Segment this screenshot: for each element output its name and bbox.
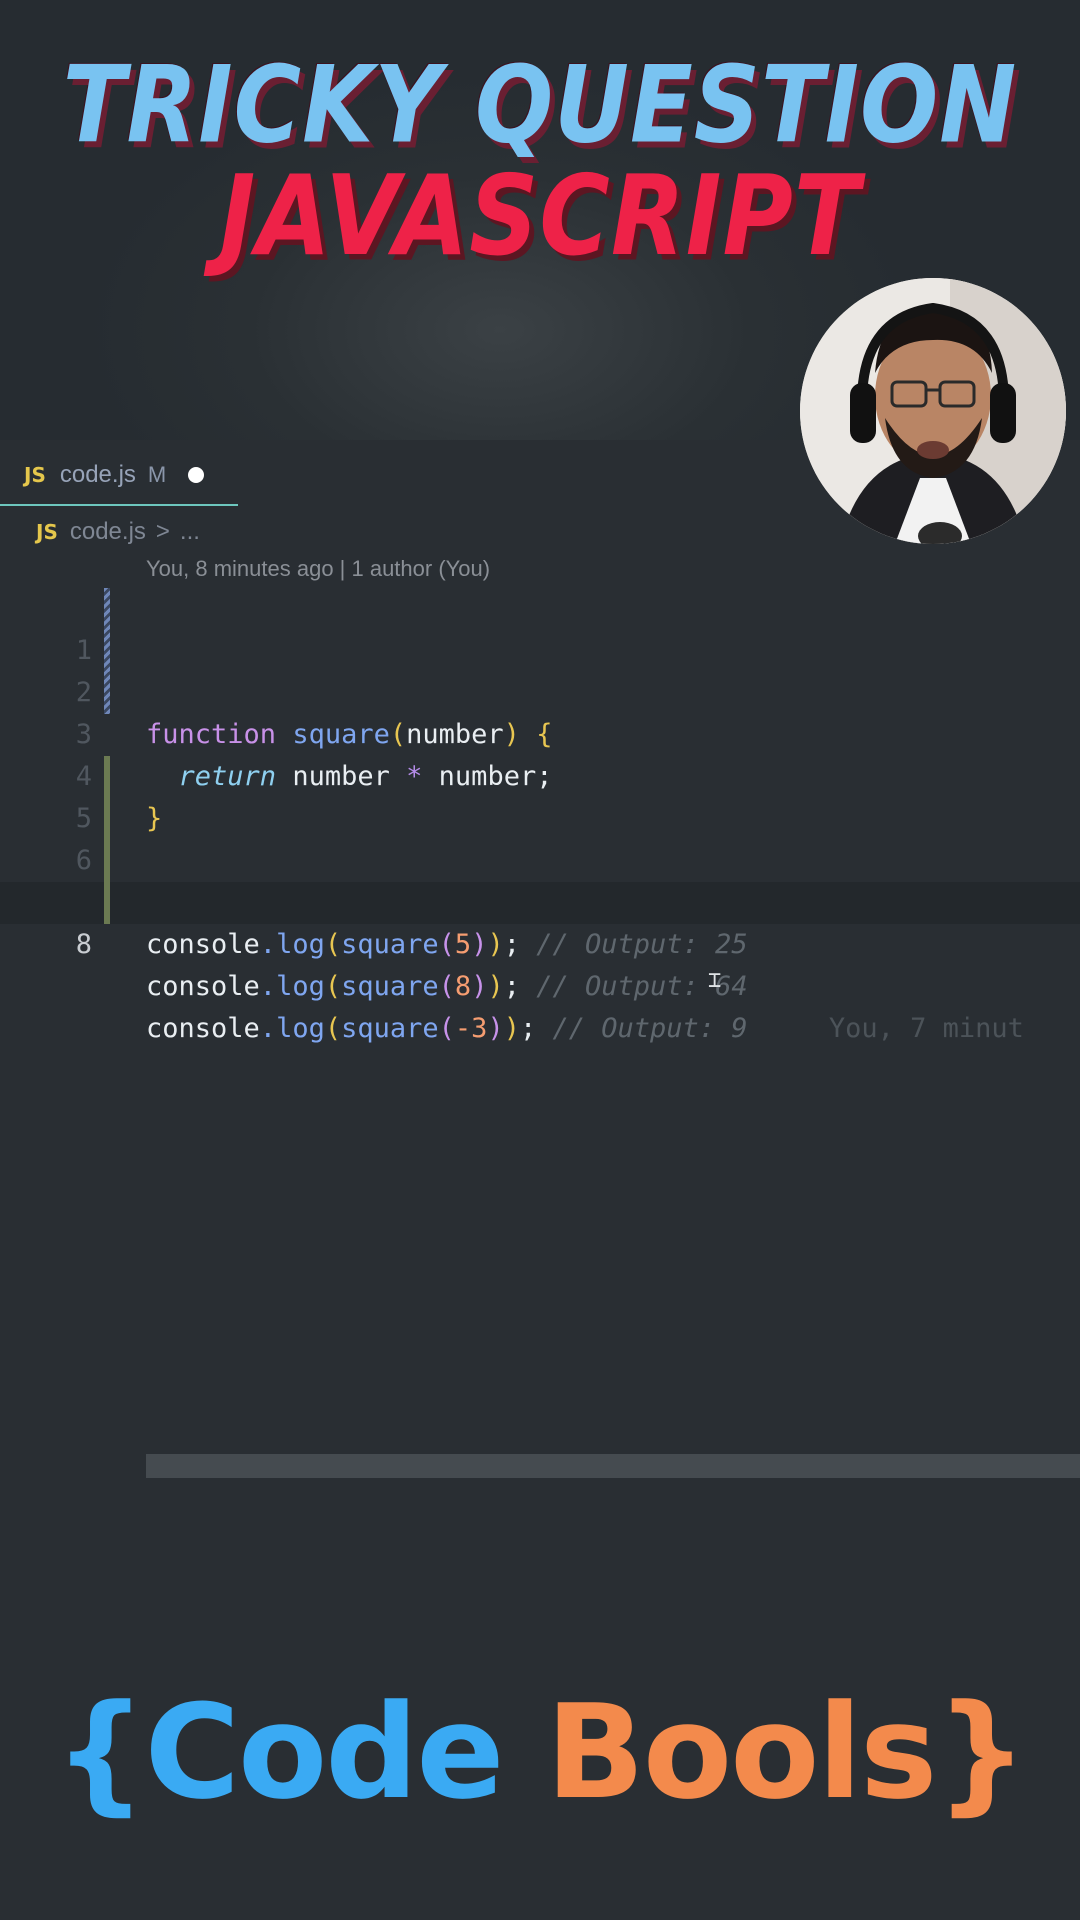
tab-code-js[interactable]: JS code.js M [0,446,238,506]
code-text: console.log(square(-3)); // Output: 9 Yo… [146,1013,1024,1044]
code-line[interactable]: 2 return number * number; [0,630,1080,792]
logo-bools-text: Bools} [545,1676,1028,1828]
code-editor[interactable]: 1 function square(number) { 2 return num… [0,588,1080,1044]
inline-blame: You, 7 minut [828,1013,1024,1044]
code-line[interactable]: 4 [0,714,1080,792]
code-line[interactable]: 3 } [0,672,1080,834]
modified-indicator: M [147,462,167,487]
breadcrumb-file[interactable]: code.js [70,518,146,546]
code-line[interactable]: 6 console.log(square(5)); // Output: 25 [0,798,1080,960]
code-line[interactable]: 5 // Usage [0,756,1080,918]
git-modified-marker[interactable] [104,588,110,630]
chevron-right-icon: > [155,518,170,545]
git-added-marker[interactable] [104,798,110,840]
channel-logo: {Code Bools} [0,1676,1080,1828]
breadcrumb: JS code.js > ... [36,514,200,550]
git-added-marker[interactable] [104,840,110,882]
code-line[interactable]: 7 console.log(square(8)); // Output: 64 [0,840,1080,1002]
video-title-line1: TRICKY QUESTION [62,43,1018,168]
breadcrumb-symbols[interactable]: ... [180,518,200,546]
git-modified-marker[interactable] [104,672,110,714]
code-text: console.log(square(8)); // Output: 64 [146,971,748,1002]
presenter-webcam [800,278,1066,544]
git-added-marker[interactable] [104,756,110,798]
js-file-icon: JS [24,463,46,487]
video-title-line2: JAVASCRIPT [219,151,861,281]
js-file-icon: JS [36,520,58,544]
git-added-marker[interactable] [104,882,110,924]
unsaved-dot-icon[interactable] [188,467,205,483]
presenter-image [800,278,1066,544]
code-line-active[interactable]: 8 console.log(square(-3)); // Output: 9 … [0,882,1080,1044]
logo-code-text: {Code [54,1676,504,1828]
horizontal-scrollbar[interactable] [146,1454,1080,1478]
text-cursor-icon: ⌶ [708,968,722,993]
line-number: 8 [75,929,92,960]
code-text: console.log(square(5)); // Output: 25 [146,929,748,960]
tab-filename: code.js [59,461,136,488]
code-line[interactable]: 1 function square(number) { [0,588,1080,750]
git-modified-marker[interactable] [104,630,110,672]
codelens-blame[interactable]: You, 8 minutes ago | 1 author (You) [146,556,490,582]
